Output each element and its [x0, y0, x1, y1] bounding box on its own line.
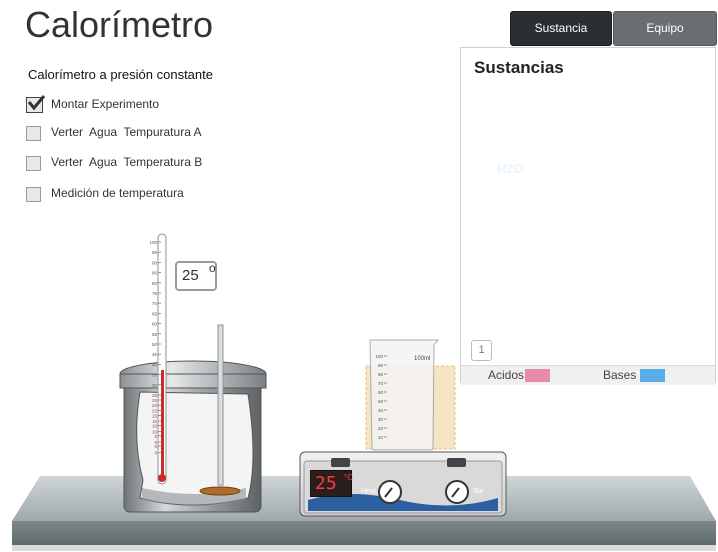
scale-label: 95 — [152, 250, 158, 255]
hotplate-display-value: 25 — [315, 473, 337, 494]
hotplate-display: 25 °C — [310, 470, 353, 497]
scale-label: 15 — [152, 419, 158, 424]
heat-label: Heat — [361, 488, 376, 495]
scale-label: 90 — [378, 363, 384, 368]
degree-symbol: o — [209, 261, 216, 275]
scale-label: 80 — [152, 281, 158, 286]
scale-label: 85 — [152, 271, 158, 276]
scale-label: 100 — [149, 240, 157, 245]
scale-label: 90 — [152, 260, 158, 265]
scale-label: 50 — [152, 342, 158, 347]
page-indicator[interactable]: 1 — [471, 340, 492, 361]
scale-label: 30 — [152, 383, 158, 388]
scale-label: 70 — [152, 301, 158, 306]
legend-bases-label: Bases — [603, 368, 637, 382]
scale-label: 20 — [152, 403, 158, 408]
scale-label: 25 — [152, 398, 158, 403]
scale-label: 20 — [152, 409, 158, 414]
scale-label: 40 — [378, 408, 384, 413]
substance-legend: Acidos Bases — [461, 365, 715, 385]
scale-label: 20 — [378, 426, 384, 431]
scale-label: 55 — [152, 332, 158, 337]
legend-bases-swatch — [640, 369, 665, 382]
hotplate-display-unit: °C — [344, 473, 353, 482]
substances-panel: Sustancias H2O 1 Acidos Bases — [460, 47, 716, 385]
scale-label: 45 — [152, 352, 158, 357]
scale-label: 50 — [378, 399, 384, 404]
scale-label: 100 — [375, 354, 383, 359]
stir-label: Stir — [473, 488, 484, 495]
scale-label: 60 — [152, 322, 158, 327]
temperature-value: 25 — [182, 267, 199, 284]
scale-label: 65 — [152, 311, 158, 316]
scale-label: 10 — [378, 435, 384, 440]
scale-label: 10 — [152, 424, 158, 429]
scale-label: 70 — [378, 381, 384, 386]
scale-label: 35 — [152, 373, 158, 378]
scale-label: 10 — [152, 430, 158, 435]
substances-title: Sustancias — [474, 58, 564, 77]
legend-acidos-label: Acidos — [488, 368, 525, 382]
beaker-volume-label: 100ml — [414, 356, 431, 362]
scale-label: 60 — [378, 390, 384, 395]
scale-label: 40 — [152, 362, 158, 367]
legend-acidos-swatch — [525, 369, 550, 382]
scale-label: 15 — [152, 413, 158, 418]
scale-label: 75 — [152, 291, 158, 296]
scale-label: 30 — [378, 417, 384, 422]
scale-label: 80 — [378, 372, 384, 377]
temperature-readout: 25 o — [175, 261, 217, 291]
substance-h2o[interactable]: H2O — [497, 161, 524, 176]
table-front — [12, 521, 716, 545]
